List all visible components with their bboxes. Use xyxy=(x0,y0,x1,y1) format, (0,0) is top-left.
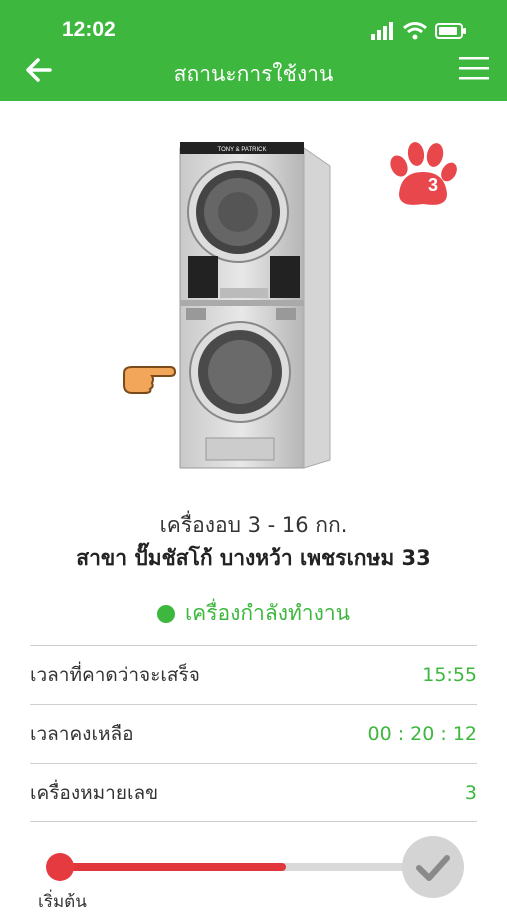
finish-check-button[interactable] xyxy=(402,836,464,898)
status-icons xyxy=(371,20,467,42)
detail-row-remaining-time: เวลาคงเหลือ 00 : 20 : 12 xyxy=(30,704,477,763)
divider xyxy=(30,821,477,822)
progress-start-dot xyxy=(46,853,74,881)
pointing-hand-icon xyxy=(123,366,176,394)
detail-label: เวลาคงเหลือ xyxy=(30,723,134,745)
detail-value: 15:55 xyxy=(422,664,477,686)
signal-icon xyxy=(371,22,393,40)
detail-label: เครื่องหมายเลข xyxy=(30,782,159,804)
detail-value: 00 : 20 : 12 xyxy=(367,723,478,745)
progress-start-label: เริ่มต้น xyxy=(38,892,87,912)
app-header: 12:02 สถานะการใช้งาน xyxy=(0,0,507,101)
hamburger-menu-icon[interactable] xyxy=(459,56,489,80)
battery-icon xyxy=(435,23,466,39)
status-label: เครื่องกำลังทำงาน xyxy=(184,601,351,625)
detail-row-finish-time: เวลาที่คาดว่าจะเสร็จ 15:55 xyxy=(30,645,477,704)
progress-fill xyxy=(58,863,286,871)
detail-label: เวลาที่คาดว่าจะเสร็จ xyxy=(30,664,200,686)
status-time: 12:02 xyxy=(62,18,116,41)
machine-status: เครื่องกำลังทำงาน xyxy=(0,597,507,630)
check-icon xyxy=(416,855,450,881)
machine-badge-number: 3 xyxy=(427,175,438,195)
brand-label: TONY & PATRICK xyxy=(218,147,267,153)
machine-name: เครื่องอบ 3 - 16 กก. xyxy=(159,513,348,537)
branch-name: สาขา ปั๊มชัสโก้ บางหว้า เพชรเกษม 33 xyxy=(76,546,431,570)
detail-row-machine-number: เครื่องหมายเลข 3 xyxy=(30,763,477,822)
detail-value: 3 xyxy=(464,782,477,804)
dryer-machine-image: TONY & PATRICK xyxy=(179,142,331,469)
progress-track xyxy=(58,863,438,871)
page-title: สถานะการใช้งาน xyxy=(173,62,334,86)
status-dot-icon xyxy=(156,604,175,623)
wifi-icon xyxy=(403,22,427,40)
